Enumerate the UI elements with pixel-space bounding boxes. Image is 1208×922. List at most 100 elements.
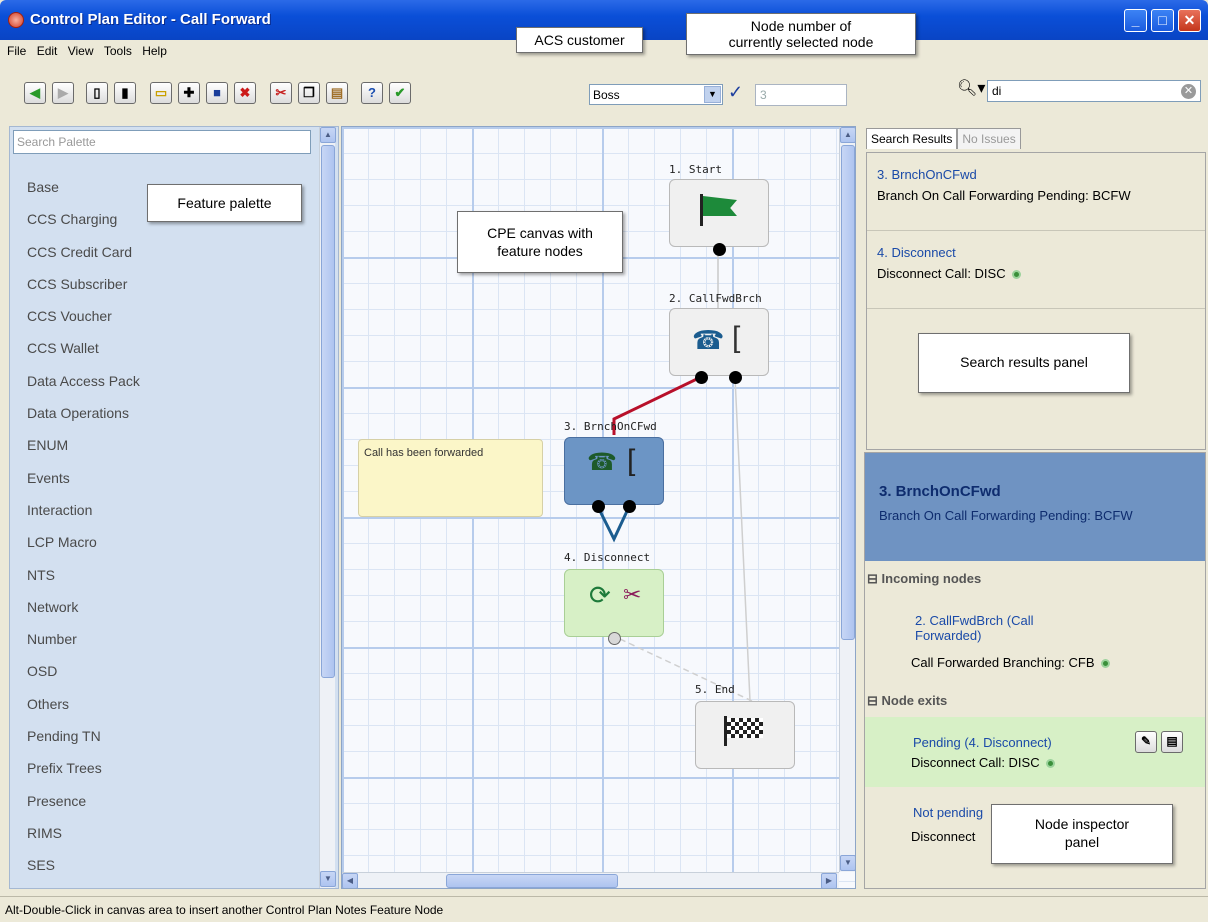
customer-select[interactable]: Boss ▼: [589, 84, 723, 105]
palette-item[interactable]: Number: [27, 631, 140, 663]
details-icon[interactable]: ▤: [1161, 731, 1183, 753]
scroll-right-icon[interactable]: ▶: [821, 873, 837, 888]
scroll-up-icon[interactable]: ▲: [840, 127, 855, 143]
help-icon[interactable]: ?: [361, 82, 383, 104]
search-icon[interactable]: 🔍︎▾: [957, 78, 985, 98]
palette-search-input[interactable]: Search Palette: [13, 130, 311, 154]
scroll-down-icon[interactable]: ▼: [320, 871, 336, 887]
callfwdbrch-node[interactable]: ☎ [: [669, 308, 769, 384]
maximize-button[interactable]: □: [1151, 9, 1174, 32]
palette-scrollbar[interactable]: ▲ ▼: [319, 127, 336, 888]
node-label-brnchoncfwd: 3. BrnchOnCFwd: [564, 420, 657, 433]
palette-item[interactable]: Presence: [27, 793, 140, 825]
palette-item[interactable]: CCS Wallet: [27, 340, 140, 372]
palette-scroll-thumb[interactable]: [321, 145, 335, 678]
scroll-left-icon[interactable]: ◀: [342, 873, 358, 888]
canvas-hscrollbar[interactable]: ◀ ▶: [342, 872, 839, 888]
node-port[interactable]: [729, 371, 742, 384]
menu-edit[interactable]: Edit: [34, 40, 62, 58]
menu-file[interactable]: File: [4, 40, 30, 58]
end-node[interactable]: [695, 701, 795, 769]
annotation-search-results: Search results panel: [918, 333, 1130, 393]
palette-item[interactable]: CCS Charging: [27, 211, 140, 243]
result-item[interactable]: 3. BrnchOnCFwd Branch On Call Forwarding…: [867, 153, 1205, 231]
canvas-hscroll-thumb[interactable]: [446, 874, 618, 888]
node-port[interactable]: [623, 500, 636, 513]
copy-icon[interactable]: ❐: [298, 82, 320, 104]
clear-search-icon[interactable]: ✕: [1181, 84, 1196, 99]
search-input[interactable]: di ✕: [987, 80, 1201, 102]
result-item[interactable]: 4. Disconnect Disconnect Call: DISC: [867, 231, 1205, 309]
canvas-vscrollbar[interactable]: ▲ ▼: [839, 127, 855, 872]
paste-icon[interactable]: ▤: [326, 82, 348, 104]
menu-view[interactable]: View: [65, 40, 98, 58]
open-folder-icon[interactable]: ▭: [150, 82, 172, 104]
chevron-down-icon[interactable]: ▼: [704, 86, 721, 103]
scroll-down-icon[interactable]: ▼: [840, 855, 855, 871]
node-port[interactable]: [608, 632, 621, 645]
close-button[interactable]: ✕: [1178, 9, 1201, 32]
node-label-end: 5. End: [695, 683, 735, 696]
tab-no-issues[interactable]: No Issues: [957, 128, 1021, 149]
brnchoncfwd-node-selected[interactable]: ☎ [: [564, 437, 664, 513]
palette-item[interactable]: Base: [27, 179, 140, 211]
inspector-node-desc: Branch On Call Forwarding Pending: BCFW: [879, 508, 1133, 523]
save-icon[interactable]: ■: [206, 82, 228, 104]
palette-item[interactable]: Prefix Trees: [27, 760, 140, 792]
annotation-canvas: CPE canvas with feature nodes: [457, 211, 623, 273]
start-node[interactable]: [669, 179, 769, 256]
incoming-nodes-header[interactable]: ⊟ Incoming nodes: [867, 571, 981, 587]
annotation-node-inspector: Node inspector panel: [991, 804, 1173, 864]
palette-item[interactable]: Data Access Pack: [27, 373, 140, 405]
palette-item[interactable]: Pending TN: [27, 728, 140, 760]
exit-item-selected[interactable]: Pending (4. Disconnect) Disconnect Call:…: [865, 717, 1205, 787]
menu-help[interactable]: Help: [139, 40, 171, 58]
node-number-field[interactable]: 3: [755, 84, 847, 106]
app-icon: [8, 12, 24, 28]
annotation-line: currently selected node: [728, 34, 874, 50]
forward-icon[interactable]: ▶: [52, 82, 74, 104]
tab-search-results[interactable]: Search Results: [866, 128, 958, 149]
scroll-up-icon[interactable]: ▲: [320, 127, 336, 143]
toggle-inspector-icon[interactable]: ▮: [114, 82, 136, 104]
palette-item[interactable]: Interaction: [27, 502, 140, 534]
search-results-panel: 3. BrnchOnCFwd Branch On Call Forwarding…: [866, 152, 1206, 450]
toggle-palette-icon[interactable]: ▯: [86, 82, 108, 104]
palette-item[interactable]: Events: [27, 470, 140, 502]
palette-item[interactable]: LCP Macro: [27, 534, 140, 566]
new-file-icon[interactable]: ✚: [178, 82, 200, 104]
node-port[interactable]: [592, 500, 605, 513]
node-port[interactable]: [713, 243, 726, 256]
palette-item[interactable]: RIMS: [27, 825, 140, 857]
back-icon[interactable]: ◀: [24, 82, 46, 104]
palette-item[interactable]: NTS: [27, 567, 140, 599]
canvas-vscroll-thumb[interactable]: [841, 145, 855, 640]
palette-item[interactable]: CCS Credit Card: [27, 244, 140, 276]
status-ok-icon: [1045, 759, 1055, 769]
result-desc: Branch On Call Forwarding Pending: BCFW: [877, 188, 1131, 203]
palette-item[interactable]: CCS Voucher: [27, 308, 140, 340]
palette-item[interactable]: Network: [27, 599, 140, 631]
palette-item[interactable]: CCS Subscriber: [27, 276, 140, 308]
node-label-callfwdbrch: 2. CallFwdBrch: [669, 292, 762, 305]
validate-check-icon[interactable]: ✔: [389, 82, 411, 104]
palette-item[interactable]: Data Operations: [27, 405, 140, 437]
check-icon[interactable]: ✓: [728, 82, 743, 103]
palette-item[interactable]: OSD: [27, 663, 140, 695]
toolbar: ◀ ▶ ▯ ▮ ▭ ✚ ■ ✖ ✂ ❐ ▤ ? ✔ Boss ▼ ✓ 3 🔍︎▾…: [4, 66, 1204, 126]
menu-tools[interactable]: Tools: [101, 40, 136, 58]
palette-item[interactable]: ENUM: [27, 437, 140, 469]
exit-name: Pending (4. Disconnect): [913, 735, 1052, 750]
disconnect-node[interactable]: ⟳ ✂: [564, 569, 664, 645]
node-port[interactable]: [695, 371, 708, 384]
palette-item[interactable]: SES: [27, 857, 140, 889]
minimize-button[interactable]: _: [1124, 9, 1147, 32]
node-exits-header[interactable]: ⊟ Node exits: [867, 693, 947, 709]
incoming-node-item[interactable]: 2. CallFwdBrch (Call Forwarded): [915, 613, 1033, 643]
palette-item[interactable]: Others: [27, 696, 140, 728]
edit-pencil-icon[interactable]: ✎: [1135, 731, 1157, 753]
notes-node[interactable]: Call has been forwarded: [358, 439, 543, 517]
cut-icon[interactable]: ✂: [270, 82, 292, 104]
exit-name[interactable]: Not pending: [913, 805, 983, 820]
delete-icon[interactable]: ✖: [234, 82, 256, 104]
